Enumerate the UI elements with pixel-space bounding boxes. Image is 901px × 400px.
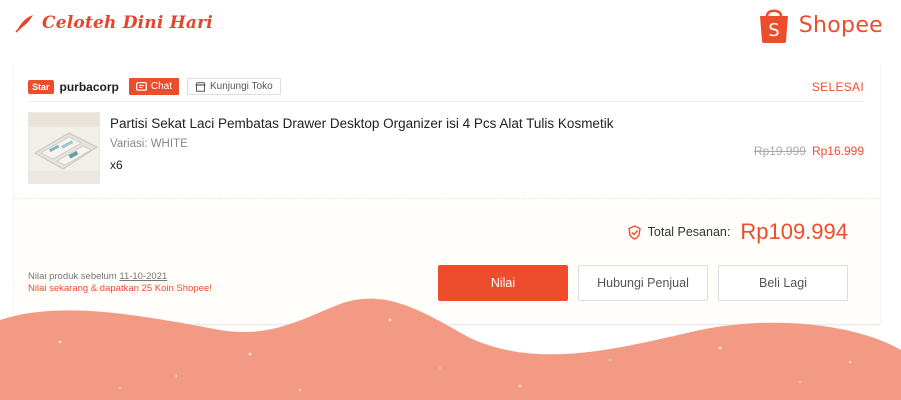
product-title[interactable]: Partisi Sekat Laci Pembatas Drawer Deskt…: [110, 116, 613, 131]
blog-name: Celoteh Dini Hari: [42, 13, 213, 33]
star-seller-badge: Star: [28, 79, 54, 94]
order-status: SELESAI: [811, 79, 864, 94]
shopee-wordmark: Shopee: [798, 12, 883, 38]
total-label: Total Pesanan:: [647, 225, 731, 239]
visit-shop-button[interactable]: Kunjungi Toko: [186, 78, 281, 95]
original-price: Rp19.999: [753, 144, 806, 158]
product-thumbnail[interactable]: [28, 112, 100, 184]
drawer-organizer-image: [29, 113, 99, 183]
discounted-price: Rp16.999: [811, 144, 864, 158]
rating-deadline-prefix: Nilai produk sebelum: [28, 271, 120, 282]
product-variant: Variasi: WHITE: [110, 138, 188, 150]
rating-deadline-date: 11-10-2021: [119, 271, 168, 282]
shop-name[interactable]: purbacorp: [60, 80, 119, 94]
blog-logo: Celoteh Dini Hari: [14, 12, 213, 34]
total-value: Rp109.994: [740, 219, 848, 244]
shop-icon: [195, 81, 206, 92]
rating-deadline: Nilai produk sebelum 11-10-2021: [28, 271, 212, 283]
product-prices: Rp19.999 Rp16.999: [754, 144, 864, 158]
shopee-bag-letter: S: [768, 20, 779, 41]
product-row[interactable]: Partisi Sekat Laci Pembatas Drawer Deskt…: [28, 112, 864, 190]
shopee-logo: S Shopee: [757, 6, 883, 44]
visit-shop-label: Kunjungi Toko: [209, 81, 273, 92]
chat-button[interactable]: Chat: [128, 78, 179, 95]
shield-icon: [627, 224, 641, 240]
shop-header: Star purbacorp Chat Kunjungi Toko SELESA…: [28, 72, 864, 102]
chat-icon: [135, 81, 147, 91]
chat-label: Chat: [150, 81, 172, 92]
shopee-bag-icon: S: [759, 9, 788, 43]
order-card: Star purbacorp Chat Kunjungi Toko SELESA…: [14, 62, 880, 324]
order-total: Total Pesanan: Rp109.994: [627, 219, 848, 245]
feather-logo-icon: [15, 15, 33, 33]
decorative-wave: [0, 298, 901, 400]
product-quantity: x6: [110, 158, 123, 172]
